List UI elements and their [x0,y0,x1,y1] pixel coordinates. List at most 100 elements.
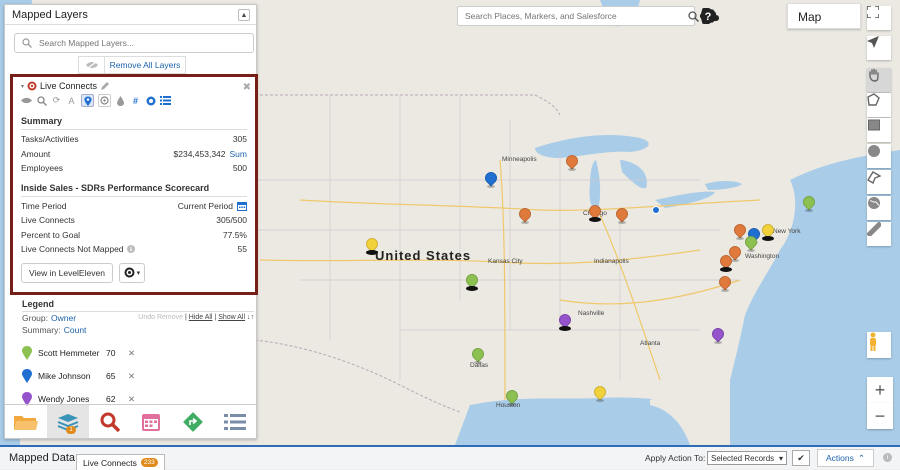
map-marker[interactable] [556,311,574,331]
group-owner-link[interactable]: Owner [51,313,76,323]
gear-icon[interactable] [700,8,760,26]
row-value: 305 [232,134,247,145]
tab-calendar[interactable] [130,405,172,438]
pan-hand-icon[interactable] [867,68,891,92]
row-label: Live Connects [21,215,75,226]
map-marker[interactable] [709,325,727,344]
map-type-select[interactable]: Map [787,3,861,29]
scorecard-icon[interactable] [145,95,156,106]
mapped-data-title: Mapped Data [9,452,76,464]
zoom-to-layer-icon[interactable] [36,95,47,106]
row-label: Employees [21,163,64,174]
edit-pencil-icon[interactable] [100,81,110,91]
tab-label: Live Connects [83,457,137,468]
street-view-pegman-icon[interactable] [867,332,891,358]
zoom-in-button[interactable]: + [867,377,893,403]
apply-action-select[interactable]: Selected Records ▾ [707,451,787,465]
help-icon[interactable]: ? [700,8,780,26]
marker-pin-icon[interactable] [81,94,94,107]
calendar-icon[interactable] [237,201,247,211]
sort-icon[interactable]: ↓↑ [247,314,254,321]
traffic-light-icon[interactable] [702,8,740,26]
tab-directions[interactable] [172,405,214,438]
map-marker[interactable] [503,387,521,406]
draw-rectangle-icon[interactable] [867,118,891,142]
layer-toolbar: ⟳ A # [21,94,247,107]
folder-icon [13,415,38,430]
map-marker[interactable] [759,221,777,241]
actions-button[interactable]: Actions ⌃ [817,449,874,467]
summary-row: Tasks/Activities 305 [21,132,247,147]
text-label-icon[interactable]: A [66,95,77,106]
collapse-up-icon[interactable]: ▲ [238,9,250,21]
live-connects-layer-card: ▾ Live Connects ✖ ⟳ A # Summary Tasks/Ac… [10,74,258,295]
panel-title: Mapped Layers [12,9,88,21]
view-in-leveleleven-button[interactable]: View in LevelEleven [21,262,113,283]
chevron-down-icon[interactable]: ▾ [21,83,24,90]
map-search-input[interactable] [458,7,668,25]
heatmap-drop-icon[interactable] [115,95,126,106]
sum-aggregate-link[interactable]: Sum [230,149,247,159]
remove-all-layers-button[interactable]: Remove All Layers [104,56,186,74]
tab-layers[interactable]: 1 [46,405,89,438]
remove-x-icon[interactable]: ✕ [128,348,135,359]
tab-folders[interactable] [5,405,47,438]
scorecard-options-button[interactable]: ▾ [118,262,145,283]
panel-header: Mapped Layers ▲ [5,5,256,25]
show-all-link[interactable]: Show All [218,314,245,321]
search-icon [22,38,32,50]
draw-freeform-icon[interactable] [867,170,891,194]
layer-search-box[interactable] [14,33,254,53]
map-marker[interactable] [800,193,818,212]
hide-all-link[interactable]: Hide All [189,314,213,321]
map-marker[interactable] [463,271,481,291]
info-icon[interactable] [126,245,135,254]
ruler-icon[interactable] [867,222,891,246]
map-marker[interactable] [591,383,609,402]
draw-polygon-icon[interactable] [867,93,891,117]
fullscreen-icon[interactable] [867,6,891,30]
map-marker[interactable] [563,152,581,171]
refresh-icon[interactable]: ⟳ [51,95,62,106]
draw-circle-icon[interactable] [867,144,891,168]
cluster-icon[interactable] [98,94,111,107]
map-marker[interactable] [716,273,734,292]
close-icon[interactable]: ✖ [243,82,251,93]
directions-icon [183,411,204,432]
list-icon [224,413,247,430]
undo-remove-link[interactable]: Undo Remove [138,314,183,321]
legend-item-name: Wendy Jones [38,394,90,404]
legend-item[interactable]: Scott Hemmeter 70 ✕ [22,342,254,364]
map-marker[interactable] [717,252,735,272]
summary-count-link[interactable]: Count [64,325,87,335]
map-marker[interactable] [586,202,604,222]
map-marker[interactable] [469,345,487,364]
city-label: Nashville [578,310,605,317]
zoom-out-button[interactable]: − [867,403,893,429]
list-view-icon[interactable] [160,95,171,106]
navigate-arrow-icon[interactable] [867,36,891,60]
tab-live-connects[interactable]: Live Connects 233 [76,454,165,470]
map-marker[interactable] [613,205,631,224]
map-marker[interactable] [516,205,534,224]
hash-icon[interactable]: # [130,95,141,106]
hide-eye-icon[interactable] [78,56,104,74]
layer-search-input[interactable] [15,34,225,52]
current-location-dot [652,206,660,214]
globe-icon[interactable] [867,196,891,220]
target-icon [27,81,37,91]
map-marker[interactable] [363,235,381,255]
check-icon[interactable]: ✔ [792,450,810,466]
legend-item[interactable]: Mike Johnson 65 ✕ [22,365,254,387]
remove-x-icon[interactable]: ✕ [128,371,135,382]
tab-list[interactable] [214,405,256,438]
tab-search[interactable] [89,405,131,438]
visibility-eye-icon[interactable] [21,95,32,106]
map-marker[interactable] [742,233,760,252]
info-icon[interactable]: i [883,453,892,462]
remove-x-icon[interactable]: ✕ [128,394,135,405]
chevron-up-icon: ⌃ [857,452,865,463]
map-marker[interactable] [482,169,500,188]
map-search-box[interactable] [457,6,699,26]
scorecard-row: Live Connects Not Mapped 55 [21,242,247,257]
